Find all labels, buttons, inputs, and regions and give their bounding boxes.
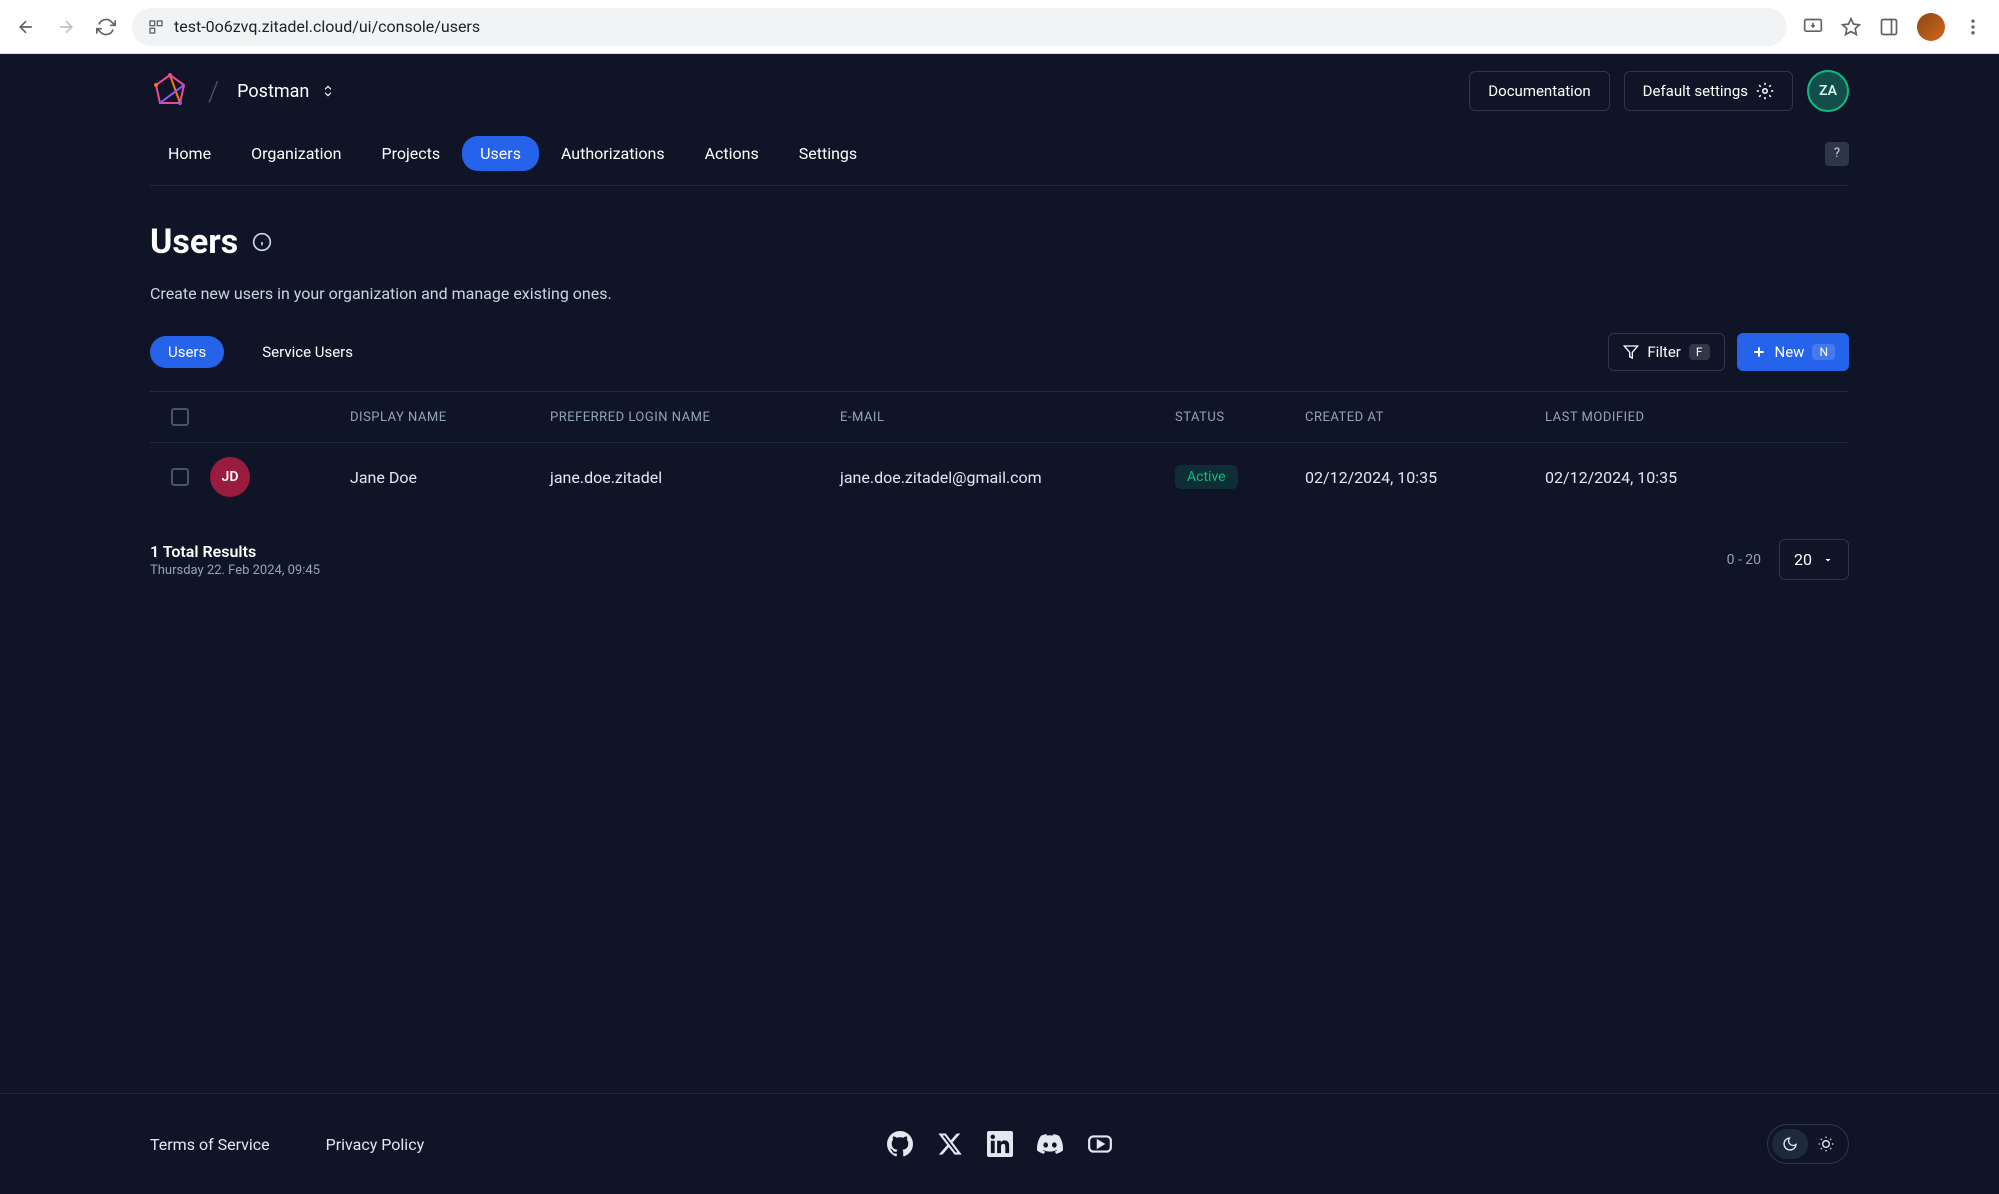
subtab-users[interactable]: Users: [150, 336, 224, 368]
sub-tabs-row: Users Service Users Filter F New N: [150, 333, 1849, 371]
site-settings-icon[interactable]: [148, 19, 164, 35]
back-icon[interactable]: [16, 17, 36, 37]
cell-preferred-login: jane.doe.zitadel: [550, 468, 840, 487]
page-range: 0 - 20: [1727, 552, 1761, 568]
new-label: New: [1775, 343, 1805, 361]
social-icons: [887, 1131, 1113, 1157]
side-panel-icon[interactable]: [1879, 17, 1899, 37]
page-title-row: Users: [150, 222, 1849, 262]
filter-button[interactable]: Filter F: [1608, 333, 1724, 371]
app-footer: Terms of Service Privacy Policy: [0, 1093, 1999, 1194]
row-checkbox[interactable]: [171, 468, 189, 486]
nav-tabs: Home Organization Projects Users Authori…: [150, 136, 1849, 171]
org-selector[interactable]: Postman: [237, 81, 335, 102]
table-footer: 1 Total Results Thursday 22. Feb 2024, 0…: [150, 539, 1849, 580]
tab-settings[interactable]: Settings: [781, 136, 875, 171]
table-row[interactable]: JD Jane Doe jane.doe.zitadel jane.doe.zi…: [150, 442, 1849, 511]
org-name: Postman: [237, 81, 309, 102]
chevron-updown-icon: [321, 84, 335, 98]
tab-organization[interactable]: Organization: [233, 136, 359, 171]
subtab-service-users[interactable]: Service Users: [244, 336, 371, 368]
filter-label: Filter: [1647, 343, 1681, 361]
page-description: Create new users in your organization an…: [150, 284, 1849, 303]
header-right: Documentation Default settings ZA: [1469, 70, 1849, 112]
col-preferred-login[interactable]: PREFERRED LOGIN NAME: [550, 410, 840, 425]
privacy-link[interactable]: Privacy Policy: [326, 1135, 425, 1154]
tos-link[interactable]: Terms of Service: [150, 1135, 270, 1154]
col-last-modified[interactable]: LAST MODIFIED: [1545, 410, 1849, 425]
tab-projects[interactable]: Projects: [363, 136, 458, 171]
select-all-checkbox[interactable]: [171, 408, 189, 426]
linkedin-icon[interactable]: [987, 1131, 1013, 1157]
results-info: 1 Total Results Thursday 22. Feb 2024, 0…: [150, 542, 320, 578]
browser-chrome: test-0o6zvq.zitadel.cloud/ui/console/use…: [0, 0, 1999, 54]
filter-icon: [1623, 344, 1639, 360]
settings-label: Default settings: [1643, 82, 1748, 100]
chevron-down-icon: [1822, 554, 1834, 566]
row-avatar-initials: JD: [222, 469, 239, 485]
user-avatar[interactable]: ZA: [1807, 70, 1849, 112]
actions-right: Filter F New N: [1608, 333, 1849, 371]
github-icon[interactable]: [887, 1131, 913, 1157]
plus-icon: [1751, 344, 1767, 360]
results-count: 1 Total Results: [150, 542, 320, 561]
avatar-initials: ZA: [1819, 83, 1837, 99]
cell-created-at: 02/12/2024, 10:35: [1305, 468, 1545, 487]
cell-display-name: Jane Doe: [350, 468, 550, 487]
filter-key-hint: F: [1689, 344, 1710, 360]
breadcrumb-divider: /: [208, 75, 219, 108]
col-display-name[interactable]: DISPLAY NAME: [350, 410, 550, 425]
cell-email: jane.doe.zitadel@gmail.com: [840, 468, 1175, 487]
sun-icon: [1818, 1136, 1834, 1152]
header-top: / Postman Documentation Default settings…: [150, 70, 1849, 112]
default-settings-button[interactable]: Default settings: [1624, 71, 1793, 111]
docs-label: Documentation: [1488, 82, 1590, 100]
footer-links: Terms of Service Privacy Policy: [150, 1135, 424, 1154]
x-twitter-icon[interactable]: [937, 1131, 963, 1157]
col-created-at[interactable]: CREATED AT: [1305, 410, 1545, 425]
url-bar[interactable]: test-0o6zvq.zitadel.cloud/ui/console/use…: [132, 8, 1787, 46]
row-avatar: JD: [210, 457, 250, 497]
zitadel-logo[interactable]: [150, 71, 190, 111]
new-key-hint: N: [1812, 344, 1835, 360]
page-size-value: 20: [1794, 550, 1812, 569]
pagination: 0 - 20 20: [1727, 539, 1849, 580]
gear-icon: [1756, 82, 1774, 100]
tab-authorizations[interactable]: Authorizations: [543, 136, 683, 171]
app-header: / Postman Documentation Default settings…: [0, 54, 1999, 186]
bookmark-star-icon[interactable]: [1841, 17, 1861, 37]
youtube-icon[interactable]: [1087, 1131, 1113, 1157]
discord-icon[interactable]: [1037, 1131, 1063, 1157]
page-content: Users Create new users in your organizat…: [0, 186, 1999, 1093]
new-button[interactable]: New N: [1737, 333, 1850, 371]
moon-icon: [1782, 1136, 1798, 1152]
status-badge: Active: [1175, 465, 1238, 489]
app-container: / Postman Documentation Default settings…: [0, 54, 1999, 1194]
tab-users[interactable]: Users: [462, 136, 539, 171]
page-title: Users: [150, 222, 238, 262]
dark-theme-button[interactable]: [1772, 1129, 1808, 1159]
cell-last-modified: 02/12/2024, 10:35: [1545, 468, 1849, 487]
tab-home[interactable]: Home: [150, 136, 229, 171]
tab-actions[interactable]: Actions: [687, 136, 777, 171]
table-header: DISPLAY NAME PREFERRED LOGIN NAME E-MAIL…: [150, 392, 1849, 442]
forward-icon[interactable]: [56, 17, 76, 37]
browser-nav-controls: [16, 17, 116, 37]
col-status[interactable]: STATUS: [1175, 410, 1305, 425]
info-icon[interactable]: [252, 232, 272, 252]
browser-profile-avatar[interactable]: [1917, 13, 1945, 41]
help-button[interactable]: ?: [1825, 142, 1849, 166]
browser-menu-icon[interactable]: [1963, 17, 1983, 37]
reload-icon[interactable]: [96, 17, 116, 37]
results-timestamp: Thursday 22. Feb 2024, 09:45: [150, 563, 320, 578]
install-icon[interactable]: [1803, 17, 1823, 37]
page-size-selector[interactable]: 20: [1779, 539, 1849, 580]
theme-toggle: [1767, 1124, 1849, 1164]
browser-right-controls: [1803, 13, 1983, 41]
col-email[interactable]: E-MAIL: [840, 410, 1175, 425]
documentation-button[interactable]: Documentation: [1469, 71, 1609, 111]
light-theme-button[interactable]: [1808, 1129, 1844, 1159]
url-text: test-0o6zvq.zitadel.cloud/ui/console/use…: [174, 17, 480, 36]
